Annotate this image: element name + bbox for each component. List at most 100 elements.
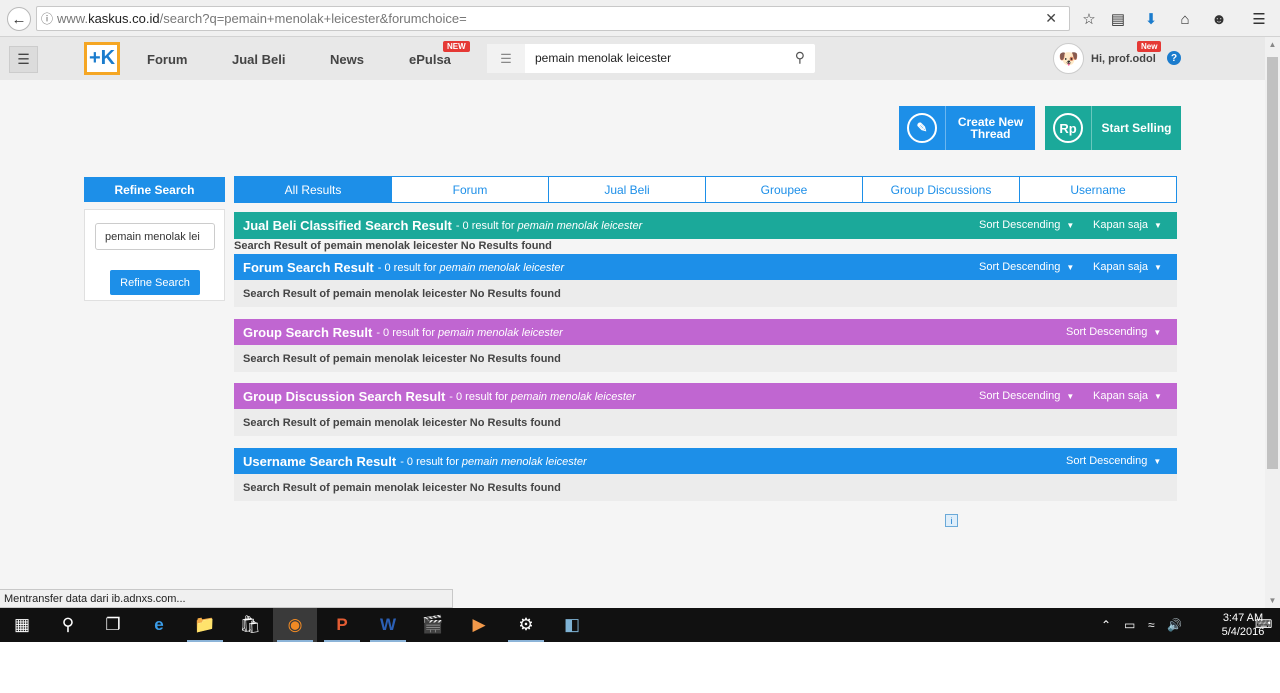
refine-search-button[interactable]: Refine Search xyxy=(110,270,200,295)
search-icon[interactable]: ⚲ xyxy=(46,608,90,642)
volume-icon[interactable]: 🔊 xyxy=(1167,618,1182,632)
nav-epulsa[interactable]: ePulsa xyxy=(409,52,451,67)
group-section-header: Group Search Result - 0 result for pemai… xyxy=(234,319,1177,346)
tab-jual-beli[interactable]: Jual Beli xyxy=(549,176,706,203)
search-category-icon[interactable]: ☰ xyxy=(487,44,525,73)
create-thread-label: Create New Thread xyxy=(957,115,1024,141)
hamburger-menu-icon[interactable]: ☰ xyxy=(9,46,38,73)
file-explorer-icon[interactable]: 📁 xyxy=(183,608,227,642)
refine-panel: Refine Search xyxy=(84,209,225,301)
pencil-icon: ✎ xyxy=(907,113,937,143)
section-count: - 0 result for xyxy=(449,390,508,403)
kaskus-logo-icon[interactable]: +K xyxy=(84,42,120,75)
section-count: - 0 result for xyxy=(455,219,515,232)
bookmark-star-icon[interactable]: ☆ xyxy=(1079,9,1099,29)
blank-area xyxy=(0,642,1280,693)
wifi-icon[interactable]: ≈ xyxy=(1148,618,1155,632)
status-bar: Mentransfer data dari ib.adnxs.com... xyxy=(0,589,453,608)
notification-icon[interactable]: ⌨ xyxy=(1255,617,1272,631)
page-scrollbar[interactable]: ▲ ▼ xyxy=(1265,37,1280,608)
refine-title: Refine Search xyxy=(84,177,225,202)
nav-forum[interactable]: Forum xyxy=(147,52,187,67)
scroll-thumb[interactable] xyxy=(1267,57,1278,469)
section-title: Group Discussion Search Result xyxy=(243,389,446,404)
clear-url-icon[interactable]: ✕ xyxy=(1045,10,1057,27)
edge-browser-icon[interactable]: e xyxy=(137,608,181,642)
tab-forum[interactable]: Forum xyxy=(392,176,549,203)
home-icon[interactable]: ⌂ xyxy=(1175,9,1195,29)
movie-maker-icon[interactable]: 🎬 xyxy=(411,608,455,642)
section-title: Jual Beli Classified Search Result xyxy=(243,218,452,233)
tab-all-results[interactable]: All Results xyxy=(234,176,392,203)
scroll-down-icon[interactable]: ▼ xyxy=(1265,593,1280,608)
reading-list-icon[interactable]: ▤ xyxy=(1108,9,1128,29)
section-query: pemain menolak leicester xyxy=(439,261,565,274)
section-count: - 0 result for xyxy=(377,261,437,274)
word-icon[interactable]: W xyxy=(366,608,410,642)
tab-groupee[interactable]: Groupee xyxy=(706,176,863,203)
tab-group-discussions[interactable]: Group Discussions xyxy=(863,176,1020,203)
media-player-icon[interactable]: ▶ xyxy=(457,608,501,642)
download-icon[interactable]: ⬇ xyxy=(1141,9,1161,29)
user-greeting[interactable]: Hi, prof.odol xyxy=(1091,53,1156,65)
firefox-icon[interactable]: ◉ xyxy=(273,608,317,642)
forum-section-header: Forum Search Result - 0 result for pemai… xyxy=(234,254,1177,281)
user-new-badge: New xyxy=(1137,41,1162,52)
tab-username[interactable]: Username xyxy=(1020,176,1177,203)
settings-gear-icon[interactable]: ⚙ xyxy=(504,608,548,642)
sort-dropdown[interactable]: Sort Descending ▼ xyxy=(979,261,1074,273)
rupiah-icon: Rp xyxy=(1053,113,1083,143)
nav-jual-beli[interactable]: Jual Beli xyxy=(232,52,285,67)
ad-info-icon[interactable]: i xyxy=(945,514,958,527)
section-query: pemain menolak leicester xyxy=(461,455,587,468)
tray-chevron-icon[interactable]: ⌃ xyxy=(1101,618,1111,632)
search-box: ☰ ⚲ xyxy=(487,44,815,73)
powerpoint-icon[interactable]: P xyxy=(320,608,364,642)
info-icon[interactable]: ⓘ xyxy=(37,10,57,27)
start-selling-label: Start Selling xyxy=(1101,121,1172,135)
site-header: ☰ +K Forum Jual Beli News ePulsa NEW ☰ ⚲… xyxy=(0,37,1265,80)
section-title: Group Search Result xyxy=(243,325,373,340)
back-arrow-icon[interactable]: ← xyxy=(7,7,31,31)
time-dropdown[interactable]: Kapan saja ▼ xyxy=(1093,219,1162,231)
result-tabs: All Results Forum Jual Beli Groupee Grou… xyxy=(234,176,1177,203)
section-title: Forum Search Result xyxy=(243,260,374,275)
time-dropdown[interactable]: Kapan saja ▼ xyxy=(1093,390,1162,402)
section-query: pemain menolak leicester xyxy=(510,390,636,403)
battery-icon[interactable]: ▭ xyxy=(1124,618,1135,632)
username-empty: Search Result of pemain menolak leiceste… xyxy=(234,474,1177,501)
jual-beli-section-header: Jual Beli Classified Search Result - 0 r… xyxy=(234,212,1177,239)
sort-dropdown[interactable]: Sort Descending ▼ xyxy=(1066,326,1161,338)
jual-beli-empty: Search Result of pemain menolak leiceste… xyxy=(234,240,552,252)
chat-icon[interactable]: ☻ xyxy=(1209,9,1229,29)
scroll-up-icon[interactable]: ▲ xyxy=(1265,37,1280,52)
time-dropdown[interactable]: Kapan saja ▼ xyxy=(1093,261,1162,273)
sort-dropdown[interactable]: Sort Descending ▼ xyxy=(1066,455,1161,467)
search-icon[interactable]: ⚲ xyxy=(795,49,805,66)
group-discussion-empty: Search Result of pemain menolak leiceste… xyxy=(234,409,1177,436)
windows-start-icon[interactable]: ▦ xyxy=(0,608,44,642)
browser-toolbar: ← ⓘ www.kaskus.co.id/search?q=pemain+men… xyxy=(0,0,1280,37)
page-content: ✎ Create New Thread Rp Start Selling Ref… xyxy=(0,80,1265,608)
search-input[interactable] xyxy=(535,51,775,65)
nav-news[interactable]: News xyxy=(330,52,364,67)
taskbar: ▦ ⚲ ❐ e 📁 🛍 ◉ P W 🎬 ▶ ⚙ ◧ ⌃ ▭ ≈ 🔊 3:47 A… xyxy=(0,608,1280,642)
menu-icon[interactable]: ☰ xyxy=(1249,9,1269,29)
start-selling-button[interactable]: Rp Start Selling xyxy=(1045,106,1181,150)
avatar[interactable]: 🐶 xyxy=(1053,43,1084,74)
new-badge: NEW xyxy=(443,41,470,52)
store-icon[interactable]: 🛍 xyxy=(228,608,272,642)
forum-empty: Search Result of pemain menolak leiceste… xyxy=(234,280,1177,307)
task-view-icon[interactable]: ❐ xyxy=(91,608,135,642)
section-query: pemain menolak leicester xyxy=(438,326,563,339)
sort-dropdown[interactable]: Sort Descending ▼ xyxy=(979,390,1074,402)
help-icon[interactable]: ? xyxy=(1167,51,1181,65)
sort-dropdown[interactable]: Sort Descending ▼ xyxy=(979,219,1074,231)
app-icon[interactable]: ◧ xyxy=(550,608,594,642)
section-count: - 0 result for xyxy=(400,455,459,468)
create-thread-button[interactable]: ✎ Create New Thread xyxy=(899,106,1035,150)
address-bar[interactable]: ⓘ www.kaskus.co.id/search?q=pemain+menol… xyxy=(36,6,1070,31)
refine-input[interactable] xyxy=(95,223,215,250)
section-title: Username Search Result xyxy=(243,454,397,469)
section-query: pemain menolak leicester xyxy=(517,219,643,232)
